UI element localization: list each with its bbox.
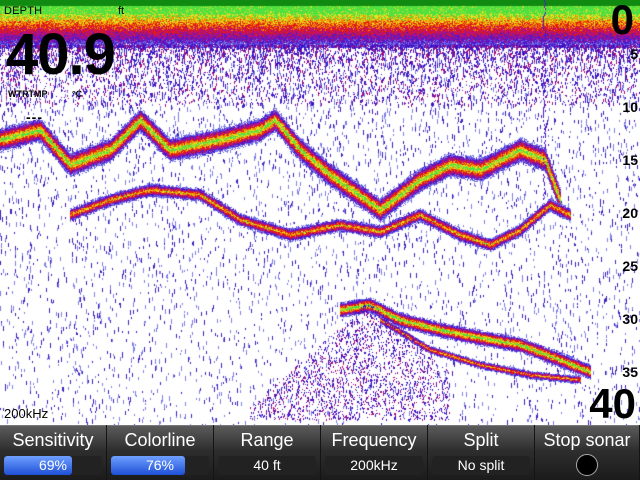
- depth-scale-tick: 10: [622, 99, 638, 115]
- depth-scale-tick: 30: [622, 311, 638, 327]
- split-button[interactable]: Split No split: [428, 425, 534, 480]
- depth-scale-tick: 25: [622, 258, 638, 274]
- split-value-box: No split: [432, 456, 530, 475]
- water-temp-label: WTRTMP: [8, 89, 48, 99]
- sonar-menu-bar: Sensitivity 69% Colorline 76% Range 40 f…: [0, 425, 640, 480]
- stop-sonar-label: Stop sonar: [543, 430, 631, 450]
- range-bottom-label: 40: [589, 380, 636, 427]
- colorline-value: 76%: [145, 457, 175, 473]
- sensitivity-value: 69%: [38, 457, 68, 473]
- range-value-box: 40 ft: [218, 456, 316, 475]
- stop-sonar-button[interactable]: Stop sonar: [535, 425, 639, 480]
- range-button[interactable]: Range 40 ft: [214, 425, 320, 480]
- frequency-indicator: 200kHz: [4, 406, 49, 421]
- colorline-label: Colorline: [124, 430, 196, 450]
- sensitivity-label: Sensitivity: [12, 430, 94, 450]
- range-top-label: 0: [610, 0, 634, 43]
- water-temp-readout: ---: [26, 109, 43, 125]
- depth-readout: 40.9: [6, 22, 116, 87]
- range-value: 40 ft: [253, 457, 281, 473]
- depth-label: DEPTH: [4, 5, 43, 17]
- sensitivity-slider[interactable]: 69%: [4, 456, 102, 475]
- split-label: Split: [463, 430, 499, 450]
- sensitivity-button[interactable]: Sensitivity 69%: [0, 425, 106, 480]
- depth-scale-tick: 15: [622, 152, 638, 168]
- stop-circle-icon: [576, 454, 598, 476]
- depth-unit: ft: [118, 5, 125, 17]
- depth-scale-tick: 20: [622, 205, 638, 221]
- depth-scale-tick: 5: [630, 46, 638, 62]
- frequency-value: 200kHz: [350, 457, 398, 473]
- frequency-button[interactable]: Frequency 200kHz: [321, 425, 427, 480]
- depth-scale-tick: 35: [622, 364, 638, 380]
- range-label: Range: [240, 430, 294, 450]
- colorline-button[interactable]: Colorline 76%: [107, 425, 213, 480]
- frequency-value-box: 200kHz: [325, 456, 423, 475]
- frequency-label: Frequency: [331, 430, 417, 450]
- split-value: No split: [457, 457, 505, 473]
- water-temp-unit: °C: [72, 89, 83, 99]
- sonar-screen: DEPTH ft 40.9 WTRTMP °C --- 0 40 5 10 15…: [0, 0, 640, 480]
- colorline-slider[interactable]: 76%: [111, 456, 209, 475]
